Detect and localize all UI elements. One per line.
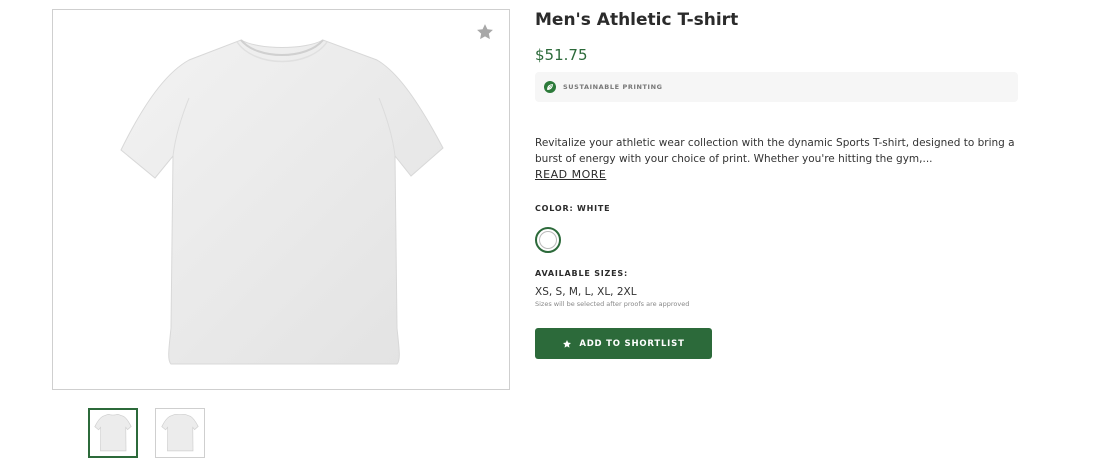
sizes-value: XS, S, M, L, XL, 2XL — [535, 286, 637, 298]
thumbnail-back[interactable] — [155, 408, 205, 458]
badge-label: SUSTAINABLE PRINTING — [563, 83, 663, 91]
color-label: COLOR: WHITE — [535, 204, 611, 213]
star-icon — [477, 24, 493, 40]
favorite-button[interactable] — [475, 22, 495, 42]
product-description: Revitalize your athletic wear collection… — [535, 135, 1018, 183]
sizes-label: AVAILABLE SIZES: — [535, 269, 628, 278]
swatch-fill — [539, 231, 557, 249]
tshirt-thumbnail-image — [161, 414, 199, 452]
main-product-image — [52, 9, 510, 390]
read-more-link[interactable]: READ MORE — [535, 167, 1018, 183]
leaf-icon — [544, 81, 556, 93]
description-text: Revitalize your athletic wear collection… — [535, 137, 1015, 165]
color-swatch-white[interactable] — [535, 227, 561, 253]
sizes-note: Sizes will be selected after proofs are … — [535, 300, 690, 308]
sustainability-badge: SUSTAINABLE PRINTING — [535, 72, 1018, 102]
product-info: Men's Athletic T-shirt $51.75 SUSTAINABL… — [535, 9, 1018, 359]
tshirt-image — [120, 39, 444, 365]
star-icon — [563, 339, 572, 348]
add-to-shortlist-button[interactable]: ADD TO SHORTLIST — [535, 328, 712, 359]
thumbnail-front[interactable] — [88, 408, 138, 458]
product-title: Men's Athletic T-shirt — [535, 10, 739, 30]
shortlist-button-label: ADD TO SHORTLIST — [579, 338, 685, 349]
tshirt-thumbnail-image — [94, 414, 132, 452]
product-price: $51.75 — [535, 46, 588, 64]
thumbnail-list — [88, 408, 205, 458]
